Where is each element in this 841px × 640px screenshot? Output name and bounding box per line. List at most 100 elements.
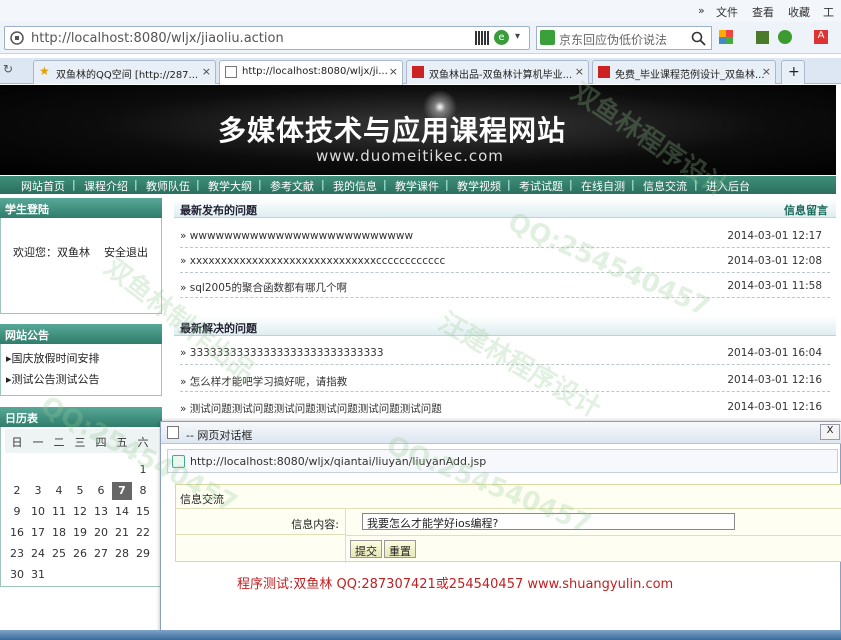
calendar-day[interactable]: 27 — [91, 545, 111, 563]
nav-sep: | — [321, 178, 325, 191]
calendar-day[interactable]: 7 — [112, 482, 132, 500]
welcome-text: 欢迎您：双鱼林 — [13, 246, 90, 259]
page-icon — [172, 455, 185, 468]
close-icon[interactable]: × — [575, 65, 584, 78]
calendar-day[interactable]: 28 — [112, 545, 132, 563]
calendar-day[interactable]: 1 — [133, 461, 153, 479]
tab-shuangyulin-2[interactable]: 免费_毕业课程范例设计_双鱼林... × — [592, 60, 776, 84]
browser-window: » 文件 查看 收藏 工具 http://localhost:8080/wljx… — [0, 0, 841, 640]
list-item[interactable]: » 怎么样才能吧学习搞好呢，请指教 2014-03-01 12:16 — [180, 368, 830, 392]
calendar-day[interactable]: 17 — [28, 524, 48, 542]
login-panel-title: 学生登陆 — [0, 198, 162, 218]
tab-scroll-icon[interactable]: ↻ — [3, 62, 13, 76]
qr-code-icon[interactable] — [475, 31, 489, 45]
nav-videos[interactable]: 教学视频 — [457, 178, 501, 194]
close-icon[interactable]: × — [202, 65, 211, 78]
dialog-title: -- 网页对话框 — [186, 429, 253, 442]
search-box[interactable]: 京东回应伪低价说法 — [536, 26, 712, 50]
calendar-day[interactable]: 25 — [49, 545, 69, 563]
media-icon[interactable] — [756, 31, 769, 44]
nav-admin[interactable]: 进入后台 — [706, 178, 750, 194]
calendar-day[interactable]: 11 — [49, 503, 69, 521]
notice-item-label: 国庆放假时间安排 — [11, 352, 100, 365]
calendar-day[interactable]: 26 — [70, 545, 90, 563]
tab-qq-space[interactable]: ★ 双鱼林的QQ空间 [http://287... × — [33, 60, 216, 84]
calendar-day[interactable]: 30 — [7, 566, 27, 584]
nav-courseware[interactable]: 教学课件 — [395, 178, 439, 194]
tab-shuangyulin-1[interactable]: 双鱼林出品-双鱼林计算机毕业... × — [406, 60, 589, 84]
calendar-day[interactable]: 21 — [112, 524, 132, 542]
close-icon[interactable]: × — [389, 65, 398, 78]
calendar-day[interactable]: 13 — [91, 503, 111, 521]
calendar-day[interactable]: 2 — [7, 482, 27, 500]
form-button-row: 提交 重置 — [346, 535, 841, 563]
security-guard-icon[interactable] — [778, 30, 792, 44]
calendar-day[interactable]: 5 — [70, 482, 90, 500]
close-icon[interactable]: × — [762, 65, 771, 78]
calendar-day[interactable]: 8 — [133, 482, 153, 500]
nav-syllabus[interactable]: 教学大纲 — [208, 178, 252, 194]
menu-favorites[interactable]: 收藏 — [788, 4, 810, 20]
list-item[interactable]: » 测试问题测试问题测试问题测试问题测试问题测试问题 2014-03-01 12:… — [180, 395, 830, 419]
calendar-day[interactable]: 19 — [70, 524, 90, 542]
compat-mode-icon[interactable]: e — [494, 30, 509, 45]
list-item[interactable]: » sql2005的聚合函数都有哪几个啊 2014-03-01 11:58 — [180, 274, 830, 298]
calendar-day[interactable]: 22 — [133, 524, 153, 542]
calendar-day[interactable]: 3 — [28, 482, 48, 500]
dialog-title-bar[interactable]: -- 网页对话框 X — [161, 422, 841, 444]
nav-teachers[interactable]: 教师队伍 — [146, 178, 190, 194]
site-url: www.duomeitikec.com — [316, 147, 504, 165]
site-nav: 网站首页 | 课程介绍 | 教师队伍 | 教学大纲 | 参考文献 | 我的信息 … — [0, 176, 836, 194]
reset-button[interactable]: 重置 — [384, 540, 416, 558]
nav-sep: | — [196, 178, 200, 191]
nav-intro[interactable]: 课程介绍 — [84, 178, 128, 194]
calendar-day[interactable]: 6 — [91, 482, 111, 500]
logout-link[interactable]: 安全退出 — [104, 244, 148, 260]
nav-references[interactable]: 参考文献 — [270, 178, 314, 194]
nav-home[interactable]: 网站首页 — [21, 178, 65, 194]
bullet-icon: » — [180, 282, 187, 294]
calendar-day[interactable]: 14 — [112, 503, 132, 521]
nav-self-test[interactable]: 在线自测 — [581, 178, 625, 194]
calendar-day[interactable]: 24 — [28, 545, 48, 563]
submit-button[interactable]: 提交 — [350, 540, 382, 558]
calendar-day[interactable]: 15 — [133, 503, 153, 521]
apps-icon[interactable] — [719, 30, 733, 44]
translate-icon[interactable]: A — [814, 30, 828, 44]
calendar-day[interactable]: 18 — [49, 524, 69, 542]
address-bar[interactable]: http://localhost:8080/wljx/jiaoliu.actio… — [4, 26, 530, 50]
message-content-input[interactable]: 我要怎么才能学好ios编程? — [362, 513, 735, 530]
new-tab-button[interactable]: + — [781, 60, 805, 84]
leave-message-link[interactable]: 信息留言 — [784, 202, 828, 218]
calendar-day[interactable]: 12 — [70, 503, 90, 521]
nav-exams[interactable]: 考试试题 — [519, 178, 563, 194]
calendar-day[interactable]: 31 — [28, 566, 48, 584]
search-icon[interactable] — [691, 31, 706, 46]
page-icon — [225, 66, 237, 78]
calendar-day[interactable]: 10 — [28, 503, 48, 521]
menu-view[interactable]: 查看 — [752, 4, 774, 20]
calendar-day[interactable]: 20 — [91, 524, 111, 542]
menu-overflow-icon[interactable]: » — [698, 4, 705, 17]
notice-item[interactable]: ▸国庆放假时间安排 — [6, 350, 100, 366]
chevron-down-icon[interactable]: ▾ — [515, 31, 520, 42]
list-item[interactable]: » xxxxxxxxxxxxxxxxxxxxxxxxxxxxxxcccccccc… — [180, 249, 830, 273]
calendar-day[interactable]: 29 — [133, 545, 153, 563]
list-item[interactable]: » wwwwwwwwwwwwwwwwwwwwwwwwww 2014-03-01 1… — [180, 224, 830, 248]
dialog-close-button[interactable]: X — [820, 424, 840, 440]
calendar-day[interactable]: 4 — [49, 482, 69, 500]
calendar-day[interactable]: 9 — [7, 503, 27, 521]
question-title: xxxxxxxxxxxxxxxxxxxxxxxxxxxxxxcccccccccc… — [189, 255, 446, 267]
menu-file[interactable]: 文件 — [716, 4, 738, 20]
nav-exchange[interactable]: 信息交流 — [643, 178, 687, 194]
calendar-day[interactable]: 16 — [7, 524, 27, 542]
notice-item[interactable]: ▸测试公告测试公告 — [6, 371, 100, 387]
form-spacer — [176, 535, 346, 563]
nav-my-info[interactable]: 我的信息 — [333, 178, 377, 194]
search-input[interactable]: 京东回应伪低价说法 — [559, 31, 667, 48]
list-item[interactable]: » 33333333333333333333333333333 2014-03-0… — [180, 341, 830, 365]
site-title: 多媒体技术与应用课程网站 — [218, 114, 567, 147]
search-engine-icon[interactable] — [540, 30, 555, 45]
tab-localhost[interactable]: http://localhost:8080/wljx/ji... × — [219, 60, 403, 85]
calendar-day[interactable]: 23 — [7, 545, 27, 563]
